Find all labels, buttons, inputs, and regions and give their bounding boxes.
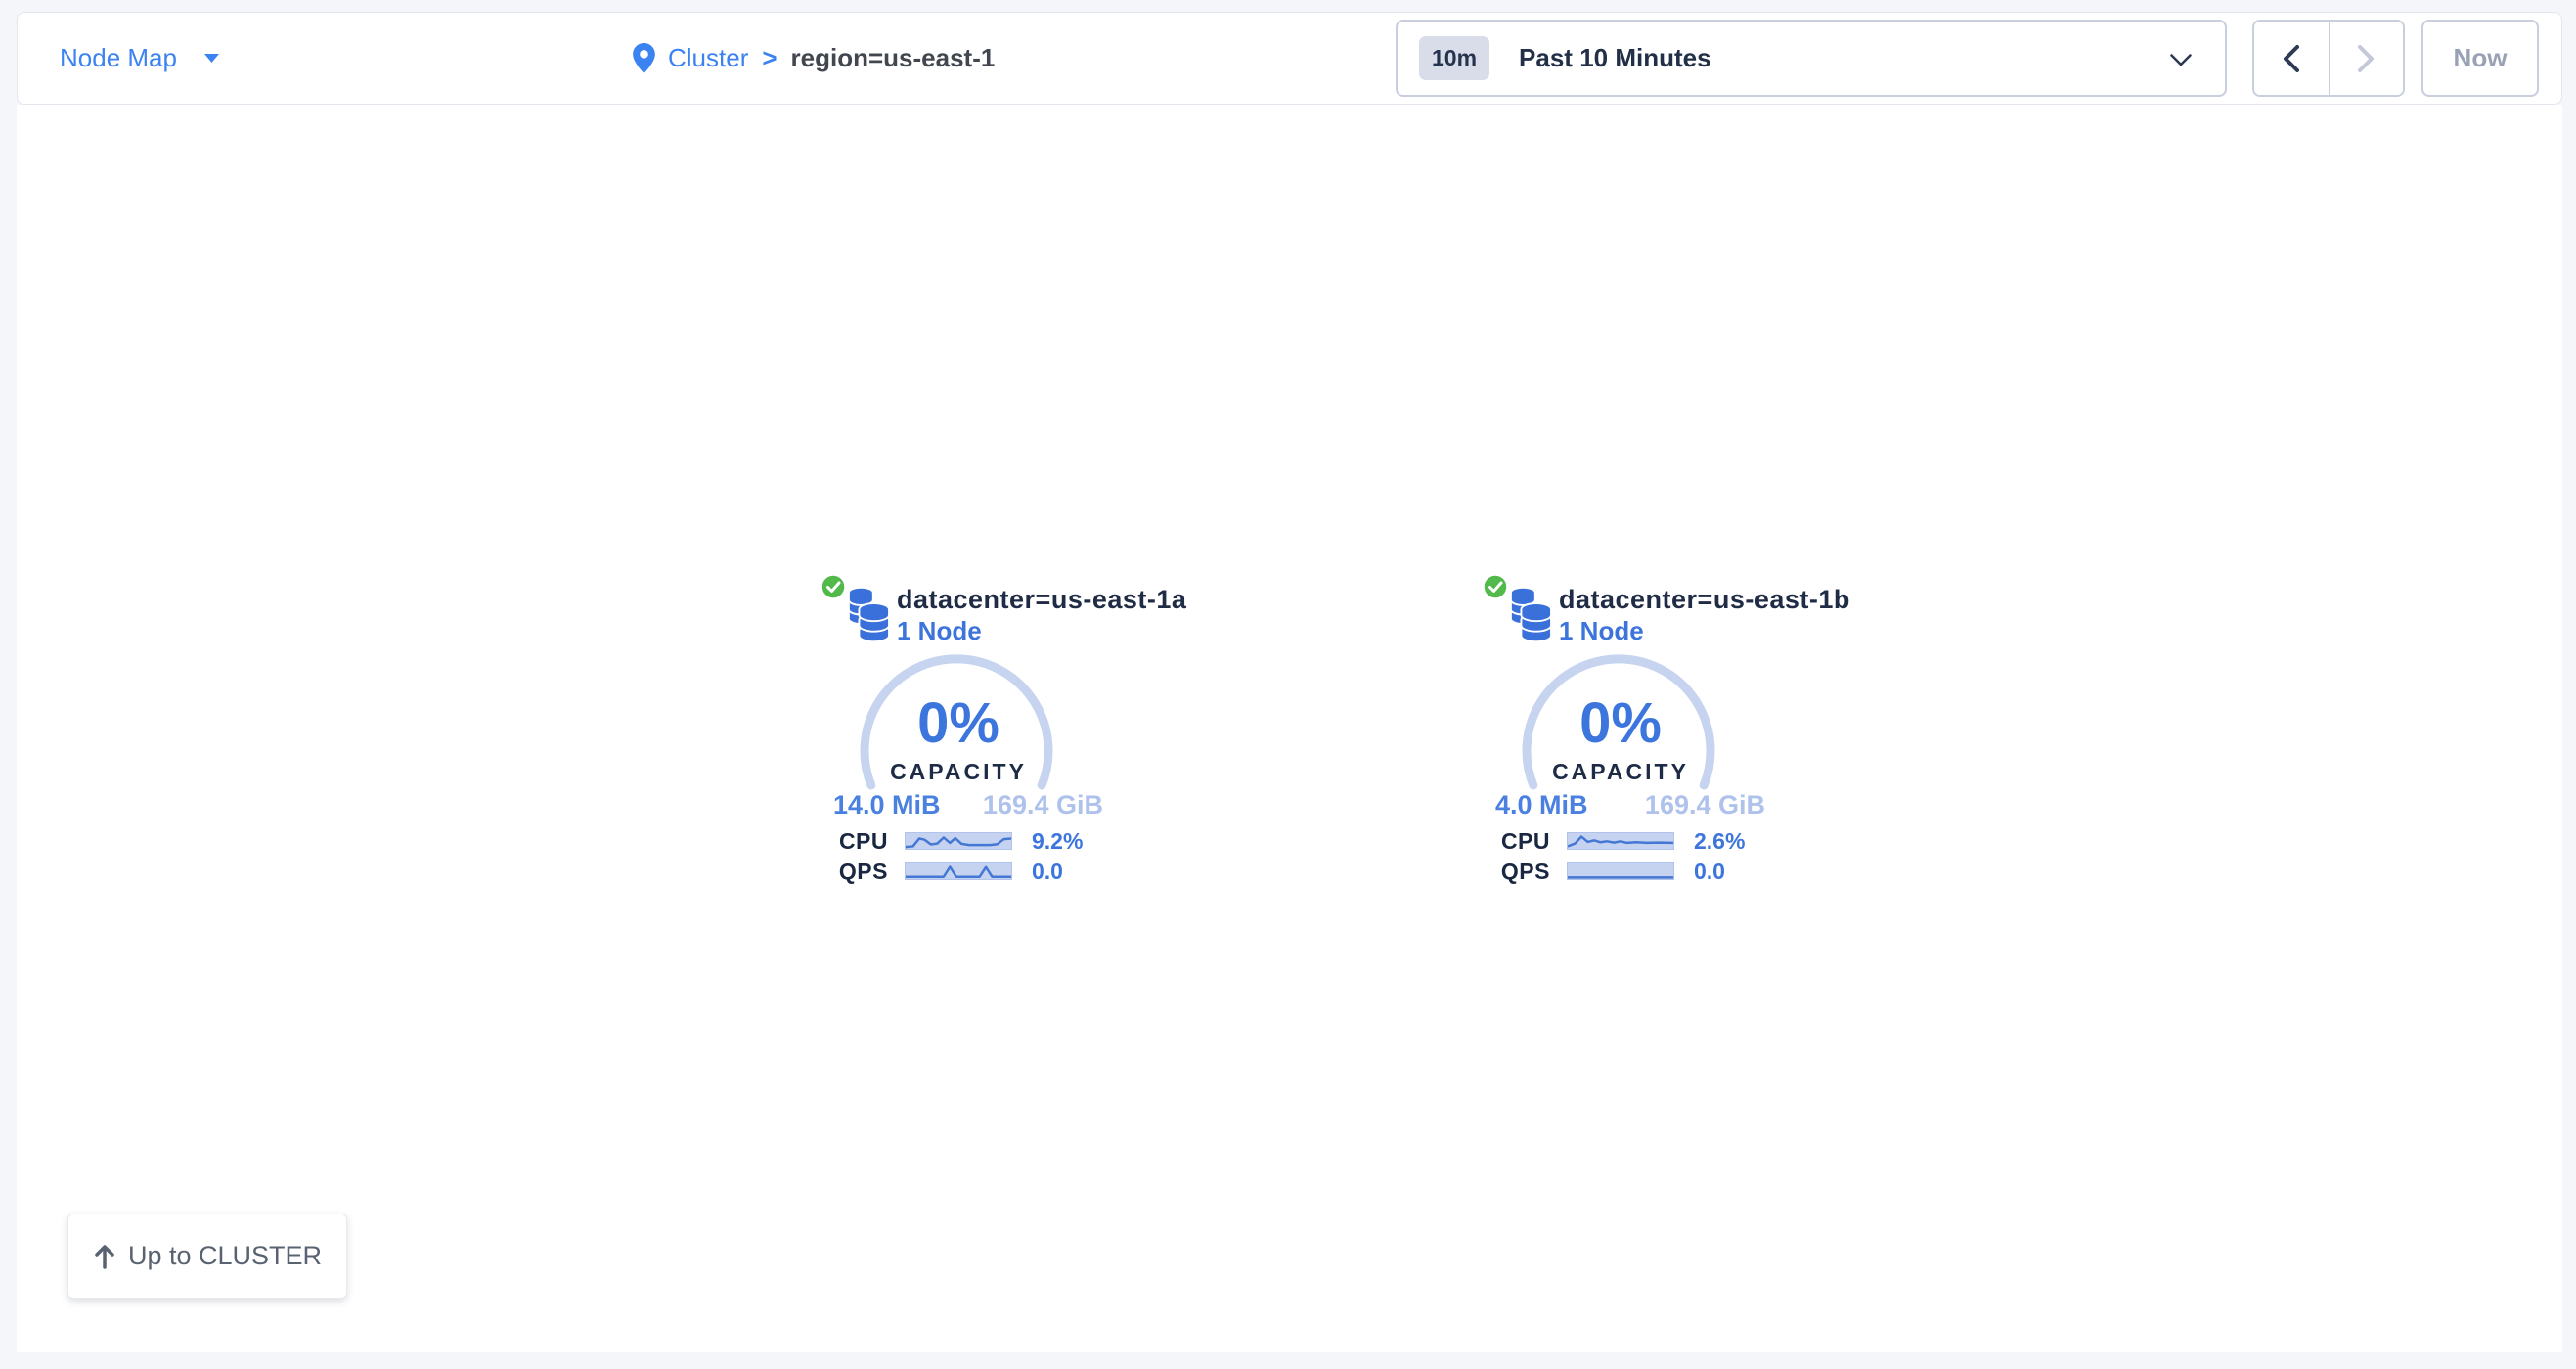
locality-metrics: CPU 9.2% QPS 0.0 [812,831,1105,892]
time-range-badge: 10m [1419,36,1489,80]
locality-title: datacenter=us-east-1a [897,585,1186,614]
cpu-sparkline [1567,832,1674,850]
locality-node-count: 1 Node [897,616,982,645]
capacity-caption: CAPACITY [1474,759,1767,784]
chevron-left-icon [2283,44,2299,73]
view-mode-dropdown[interactable]: Node Map [60,13,219,104]
time-now-button[interactable]: Now [2421,20,2539,97]
chevron-down-icon [2170,54,2192,71]
chevron-down-icon [204,54,219,63]
capacity-caption: CAPACITY [812,759,1105,784]
capacity-values: 4.0 MiB 169.4 GiB [1495,790,1765,820]
qps-value: 0.0 [1694,859,1725,885]
locality-card-us-east-1a[interactable]: datacenter=us-east-1a 1 Node 0% CAPACITY… [812,573,1105,898]
breadcrumb: Cluster > region=us-east-1 [632,13,995,104]
chevron-right-icon [2358,44,2375,73]
topbar: Node Map Cluster > region=us-east-1 10m … [17,12,2562,105]
capacity-percent: 0% [812,694,1105,753]
time-prev-button[interactable] [2254,22,2330,95]
capacity-percent: 0% [1474,694,1767,753]
arrow-up-icon [93,1243,116,1269]
cpu-value: 2.6% [1694,828,1745,855]
capacity-values: 14.0 MiB 169.4 GiB [833,790,1103,820]
qps-metric-row: QPS 0.0 [1474,861,1767,881]
locality-card-us-east-1b[interactable]: datacenter=us-east-1b 1 Node 0% CAPACITY… [1474,573,1767,898]
node-map-canvas: datacenter=us-east-1a 1 Node 0% CAPACITY… [17,105,2562,1352]
database-stack-icon [1509,585,1552,643]
cpu-label: CPU [812,828,888,855]
time-range-label: Past 10 Minutes [1519,43,1711,73]
qps-value: 0.0 [1032,859,1063,885]
time-range-dropdown[interactable]: 10m Past 10 Minutes [1396,20,2227,97]
cpu-sparkline [905,832,1012,850]
locality-node-count: 1 Node [1559,616,1644,645]
qps-sparkline [905,862,1012,880]
time-next-button[interactable] [2330,22,2404,95]
qps-metric-row: QPS 0.0 [812,861,1105,881]
locality-title: datacenter=us-east-1b [1559,585,1850,614]
breadcrumb-current: region=us-east-1 [791,43,996,73]
up-to-cluster-button[interactable]: Up to CLUSTER [67,1214,347,1299]
health-check-icon [820,573,847,600]
capacity-total: 169.4 GiB [983,790,1103,820]
cpu-value: 9.2% [1032,828,1083,855]
database-stack-icon [847,585,890,643]
cpu-metric-row: CPU 9.2% [812,831,1105,851]
view-mode-label: Node Map [60,43,177,73]
locality-metrics: CPU 2.6% QPS 0.0 [1474,831,1767,892]
cpu-metric-row: CPU 2.6% [1474,831,1767,851]
up-button-label: Up to CLUSTER [128,1241,322,1271]
qps-sparkline [1567,862,1674,880]
location-pin-icon [632,43,656,73]
capacity-used: 4.0 MiB [1495,790,1588,820]
capacity-total: 169.4 GiB [1645,790,1765,820]
time-step-buttons [2252,20,2405,97]
capacity-used: 14.0 MiB [833,790,941,820]
node-map-page: Node Map Cluster > region=us-east-1 10m … [0,0,2576,1369]
qps-label: QPS [812,859,888,885]
qps-label: QPS [1474,859,1550,885]
breadcrumb-separator: > [762,43,777,73]
health-check-icon [1482,573,1509,600]
cpu-label: CPU [1474,828,1550,855]
breadcrumb-cluster-link[interactable]: Cluster [668,43,748,73]
